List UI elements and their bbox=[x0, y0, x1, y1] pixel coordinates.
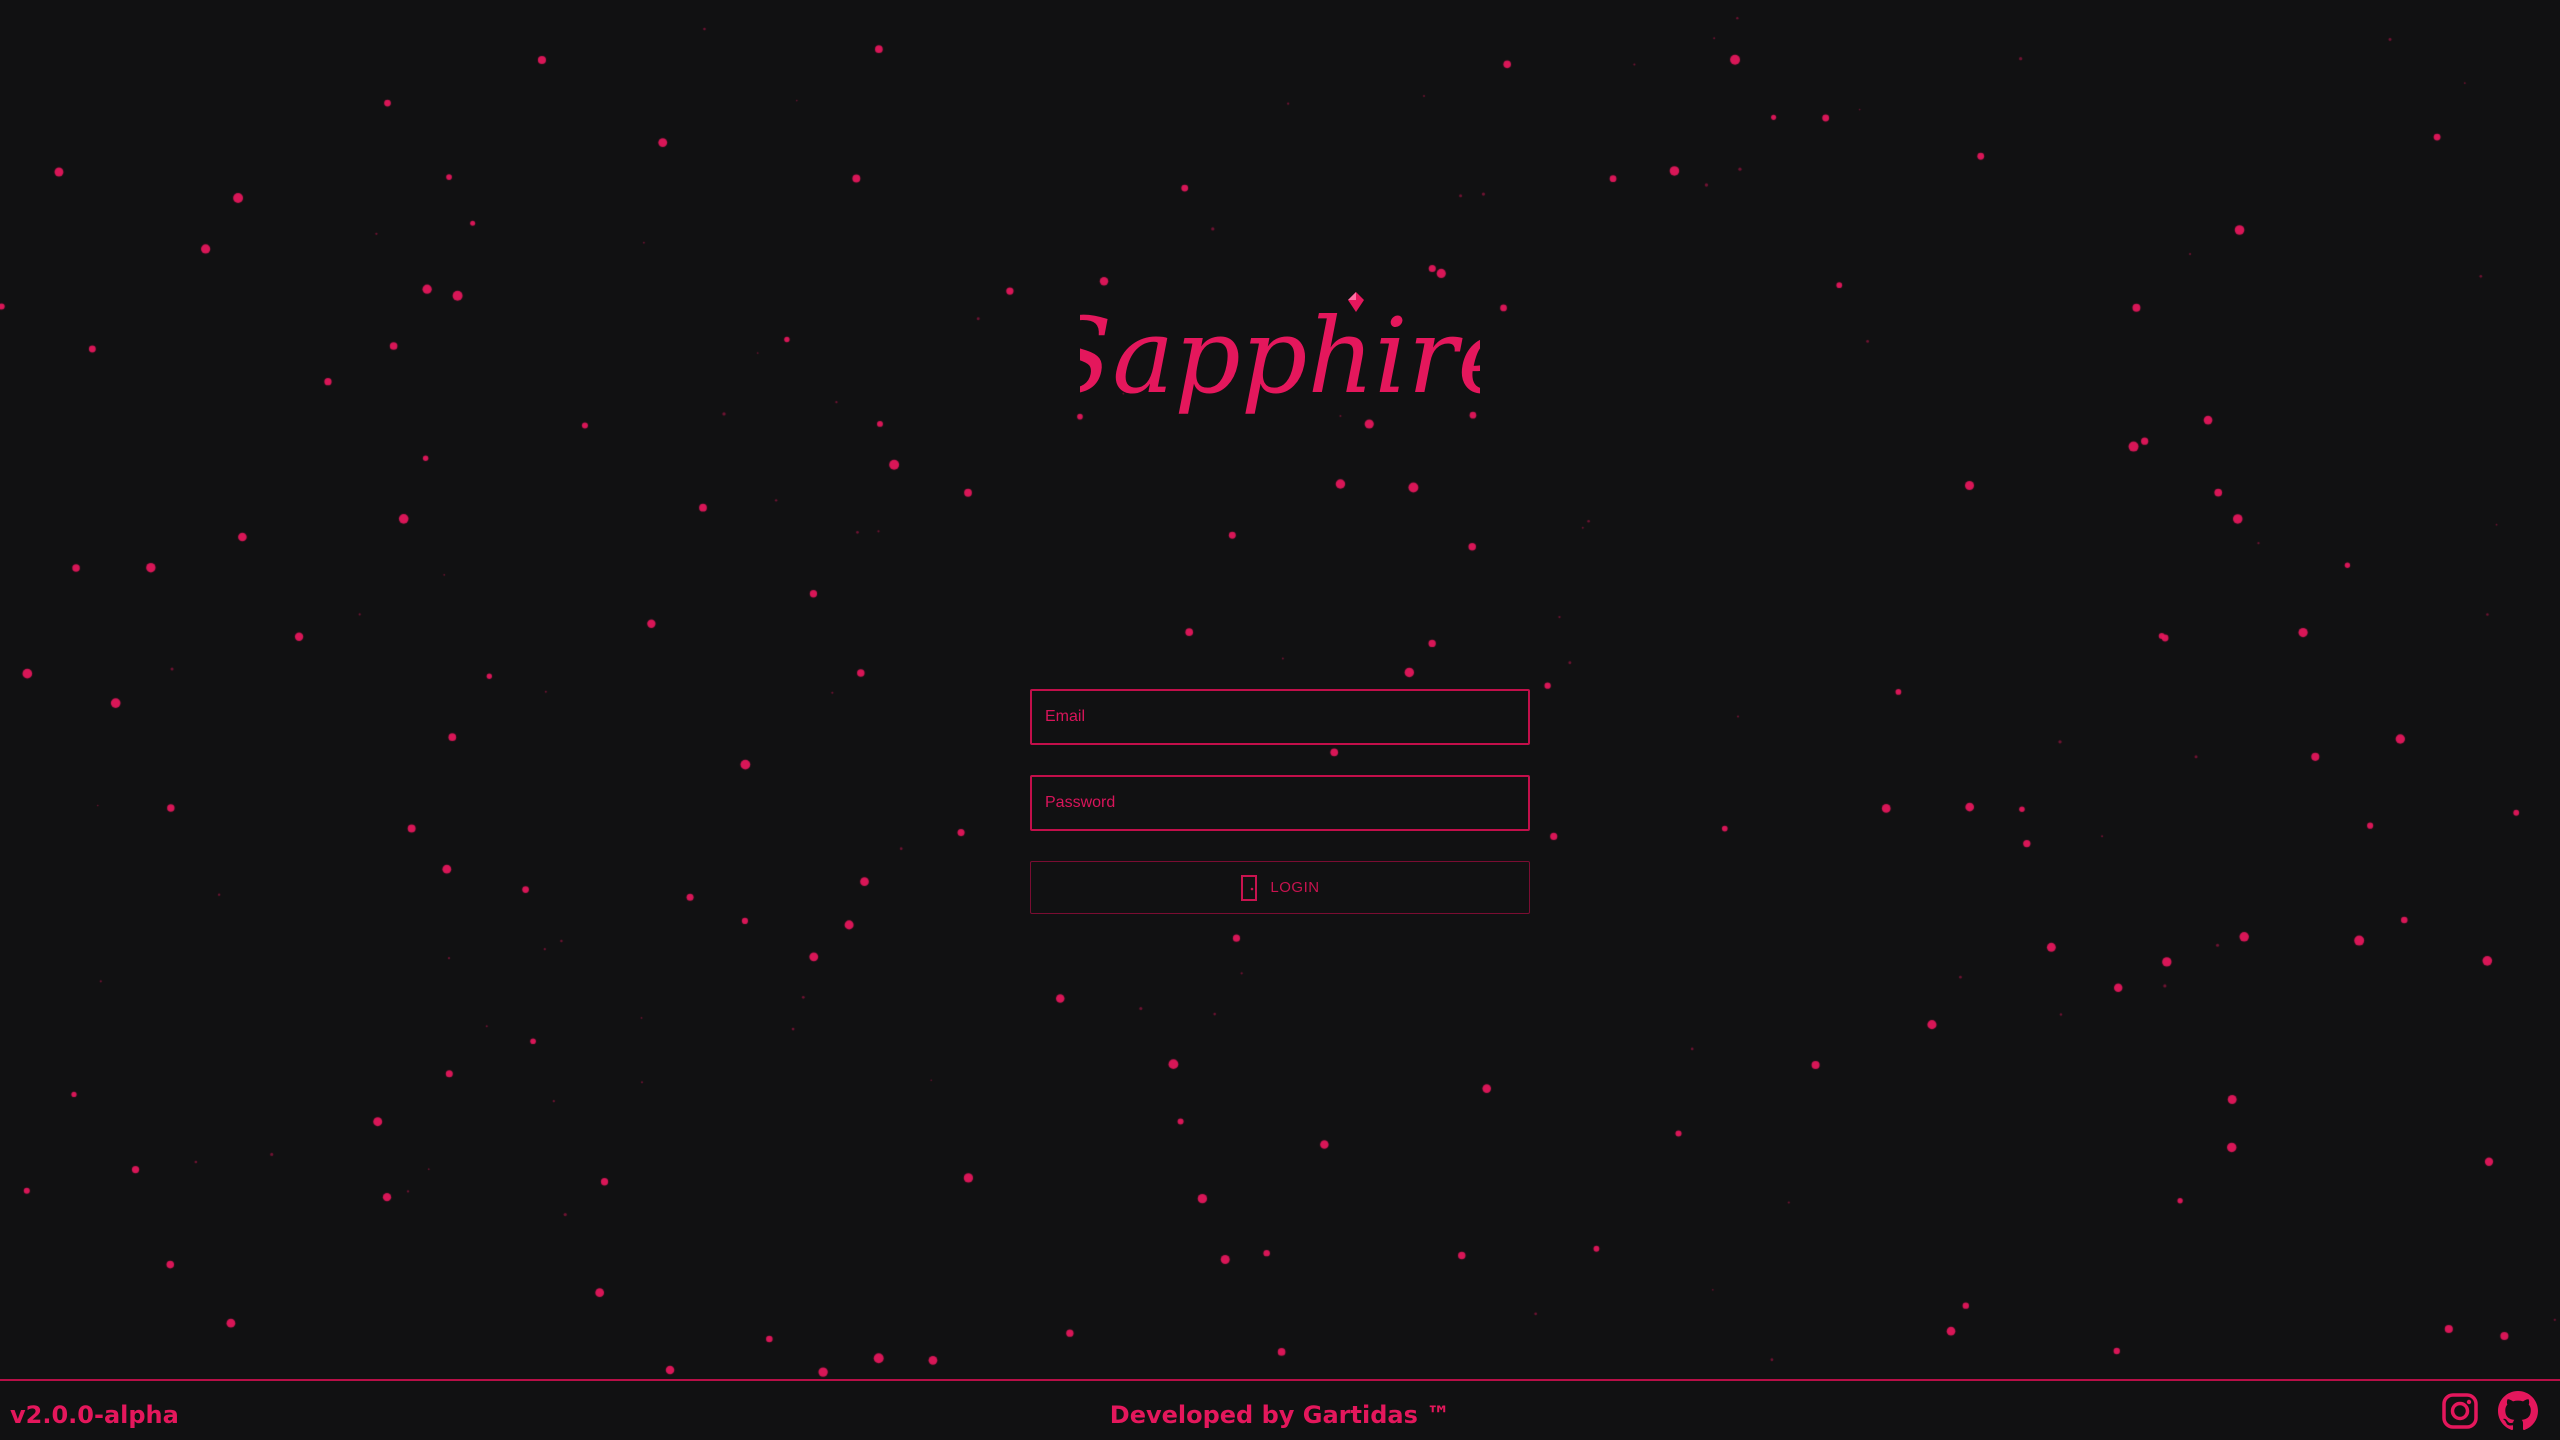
login-button[interactable]: LOGIN bbox=[1030, 861, 1530, 914]
footer: v2.0.0-alpha Developed by Gartidas ™ bbox=[0, 1379, 2560, 1440]
email-field[interactable] bbox=[1030, 689, 1530, 745]
password-field[interactable] bbox=[1030, 775, 1530, 831]
version-label: v2.0.0-alpha bbox=[10, 1401, 179, 1429]
login-button-label: LOGIN bbox=[1270, 879, 1320, 896]
login-page: Sapphire LOGIN v2.0.0-alpha Developed by… bbox=[0, 0, 2560, 1440]
instagram-icon[interactable] bbox=[2440, 1391, 2480, 1431]
logo-text: Sapphire bbox=[1080, 295, 1480, 417]
github-icon[interactable] bbox=[2498, 1391, 2538, 1431]
door-icon bbox=[1240, 874, 1258, 902]
credits-label: Developed by Gartidas ™ bbox=[1109, 1401, 1451, 1429]
sapphire-logo: Sapphire bbox=[1080, 280, 1480, 440]
